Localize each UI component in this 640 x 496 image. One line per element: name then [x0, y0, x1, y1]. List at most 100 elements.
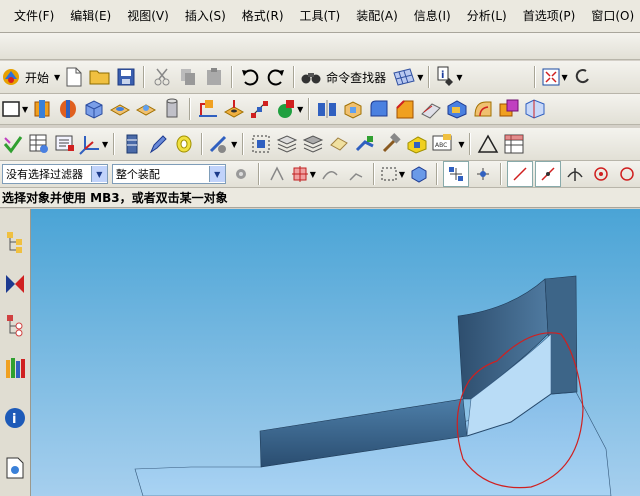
curve-select-icon: [321, 165, 339, 183]
datum-plane-button[interactable]: [196, 97, 220, 121]
menu-file[interactable]: 文件(F): [6, 2, 62, 30]
info-button[interactable]: i ▼: [435, 65, 463, 89]
cylinder-button[interactable]: [160, 97, 184, 121]
save-button[interactable]: [114, 65, 138, 89]
edge-blend-button[interactable]: [367, 97, 391, 121]
snap-line-button[interactable]: [507, 161, 533, 187]
rectangle-select-button[interactable]: ▼: [380, 162, 405, 186]
menu-analysis[interactable]: 分析(L): [459, 2, 515, 30]
layer-category-button[interactable]: [301, 132, 325, 156]
redo-button[interactable]: [264, 65, 288, 89]
svg-text:ABC: ABC: [435, 142, 447, 149]
eraser-button[interactable]: [327, 132, 351, 156]
shell-button[interactable]: [341, 97, 365, 121]
menu-preferences[interactable]: 首选项(P): [515, 2, 584, 30]
menu-tools[interactable]: 工具(T): [292, 2, 349, 30]
type-filter-select[interactable]: 没有选择过滤器 ▼: [2, 164, 108, 184]
assembly-navigator-tab[interactable]: [2, 229, 28, 257]
expression-button[interactable]: [53, 132, 77, 156]
cut-button[interactable]: [150, 65, 174, 89]
menu-format[interactable]: 格式(R): [234, 2, 292, 30]
layer-settings-button[interactable]: [120, 132, 144, 156]
extrude-button[interactable]: [30, 97, 54, 121]
hide-show-button[interactable]: ▼: [208, 132, 237, 156]
paste-button[interactable]: [202, 65, 226, 89]
menu-information[interactable]: 信息(I): [406, 2, 459, 30]
snap-midpoint-button[interactable]: [471, 162, 495, 186]
new-button[interactable]: [62, 65, 86, 89]
surface-sweep-button[interactable]: [353, 132, 377, 156]
pad-button[interactable]: [108, 97, 132, 121]
coil-button[interactable]: [172, 132, 196, 156]
hole-icon: [223, 98, 245, 120]
system-materials-tab[interactable]: [2, 455, 28, 483]
mirror-body-button[interactable]: [315, 97, 339, 121]
hole-button[interactable]: [222, 97, 246, 121]
expression-icon: [54, 133, 76, 155]
undo-button[interactable]: [238, 65, 262, 89]
general-filter-button[interactable]: [229, 162, 253, 186]
menu-assembly[interactable]: 装配(A): [348, 2, 406, 30]
color-edit-button[interactable]: [405, 132, 429, 156]
snap-point-button[interactable]: [265, 162, 289, 186]
assembly-add-button[interactable]: ▼: [274, 97, 303, 121]
select-body-button[interactable]: [407, 162, 431, 186]
snap-endpoint-icon: [447, 165, 465, 183]
move-layer-button[interactable]: [146, 132, 170, 156]
trim-body-button[interactable]: [471, 97, 495, 121]
snap-endpoint-button[interactable]: [443, 161, 469, 187]
copy-button[interactable]: [176, 65, 200, 89]
save-icon: [117, 68, 135, 86]
hammer-button[interactable]: [379, 132, 403, 156]
start-button[interactable]: 开始 ▼: [1, 65, 60, 89]
graphics-window[interactable]: [31, 209, 640, 496]
command-finder-button[interactable]: 命令查找器: [300, 65, 390, 89]
chevron-down-icon: ▼: [208, 166, 225, 182]
menu-window[interactable]: 窗口(O): [583, 2, 640, 30]
rotate-view-button[interactable]: [570, 65, 594, 89]
face-select-icon: [291, 165, 309, 183]
select-face-button[interactable]: ▼: [291, 162, 316, 186]
pattern-button[interactable]: [497, 97, 521, 121]
draft-button[interactable]: [419, 97, 443, 121]
drafting-button[interactable]: ABC ▼: [431, 132, 464, 156]
menu-insert[interactable]: 插入(S): [177, 2, 234, 30]
surface-mesh-button[interactable]: ▼: [392, 65, 423, 89]
check-geometry-button[interactable]: [1, 132, 25, 156]
boss-button[interactable]: [134, 97, 158, 121]
history-tab[interactable]: i: [2, 405, 28, 433]
constraint-navigator-tab[interactable]: [2, 271, 28, 299]
point-button[interactable]: [248, 97, 272, 121]
chamfer-button[interactable]: [393, 97, 417, 121]
offset-face-button[interactable]: [445, 97, 469, 121]
assembly-scope-select[interactable]: 整个装配 ▼: [111, 164, 226, 184]
snap-control-point-button[interactable]: [535, 161, 561, 187]
revolve-button[interactable]: [56, 97, 80, 121]
arc-center-icon: [592, 165, 610, 183]
fit-view-button[interactable]: ▼: [541, 65, 568, 89]
triangle-button[interactable]: [476, 132, 500, 156]
select-all-button[interactable]: [249, 132, 273, 156]
feature-table-button[interactable]: [27, 132, 51, 156]
part-navigator-tab[interactable]: [2, 312, 28, 340]
table-note-button[interactable]: [502, 132, 526, 156]
menu-edit[interactable]: 编辑(E): [62, 2, 119, 30]
sew-button[interactable]: [523, 97, 547, 121]
menu-view[interactable]: 视图(V): [119, 2, 177, 30]
chevron-down-icon: ▼: [561, 72, 568, 82]
snap-intersection-button[interactable]: [563, 162, 587, 186]
separator: [189, 98, 192, 120]
reuse-library-tab[interactable]: [2, 355, 28, 383]
checkmark-icon: [3, 134, 23, 154]
select-curve-button[interactable]: [318, 162, 342, 186]
block-button[interactable]: [82, 97, 106, 121]
sketch-button[interactable]: ▼: [1, 97, 28, 121]
snap-quadrant-button[interactable]: [615, 162, 639, 186]
wcs-button[interactable]: ▼: [79, 132, 108, 156]
open-button[interactable]: [88, 65, 112, 89]
open-folder-icon: [89, 68, 111, 86]
stack-button[interactable]: [275, 132, 299, 156]
chevron-down-icon: ▼: [398, 169, 406, 179]
select-edge-button[interactable]: [344, 162, 368, 186]
snap-arc-center-button[interactable]: [589, 162, 613, 186]
